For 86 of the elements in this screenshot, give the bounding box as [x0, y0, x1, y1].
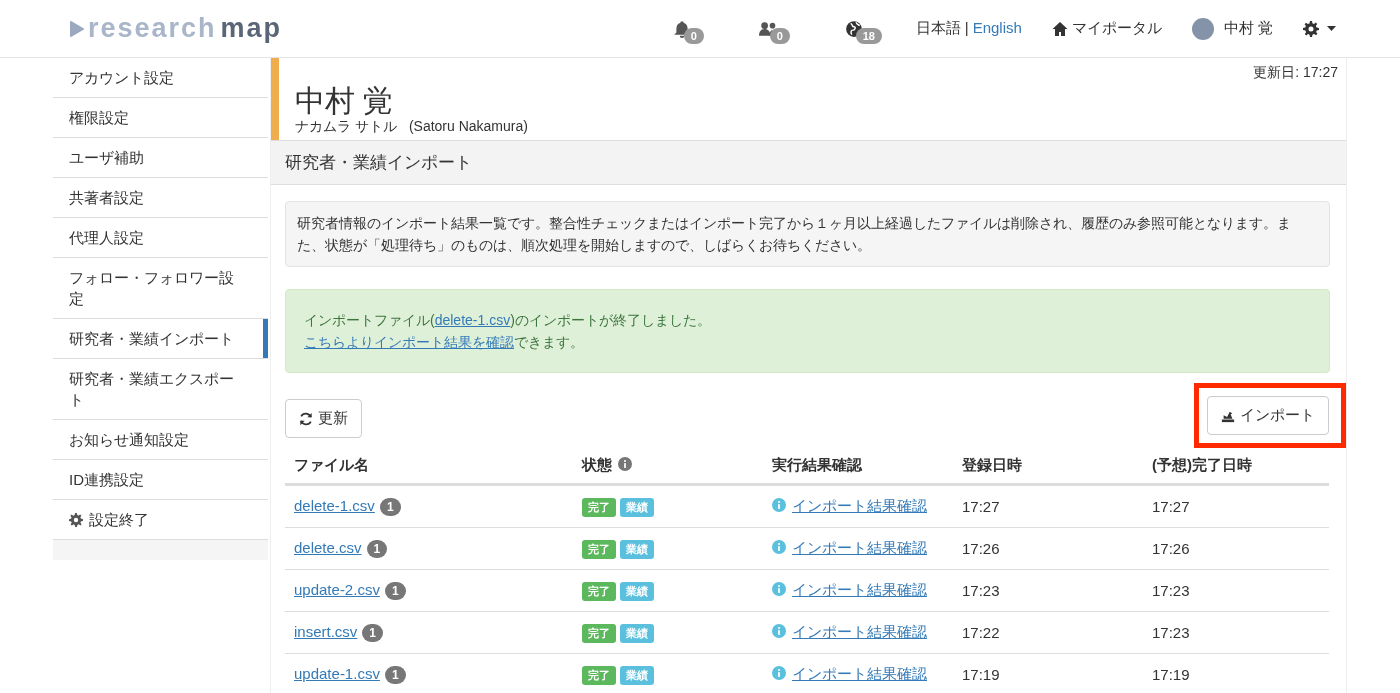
sidebar-item[interactable]: お知らせ通知設定 [53, 420, 268, 460]
status-label: 業績 [620, 539, 654, 559]
status-label: 完了 [582, 623, 616, 643]
language-link[interactable]: 日本語 [915, 19, 961, 38]
file-link[interactable]: delete-1.csv [434, 312, 511, 328]
info-icon [618, 457, 632, 471]
language-separator: | [964, 19, 969, 38]
success-message: インポートファイル(delete-1.csv)のインポートが終了しました。 [304, 311, 712, 330]
count-badge: 1 [384, 666, 406, 684]
caret-icon [1327, 26, 1336, 31]
result-link[interactable]: こちらよりインポート結果を確認 [304, 334, 514, 350]
table-cell: 17:26 [953, 527, 1143, 570]
table-cell: 17:23 [1143, 611, 1329, 654]
notification-count: 18 [855, 27, 882, 44]
count-badge: 1 [379, 498, 401, 516]
result-link[interactable]: インポート結果確認 [792, 623, 927, 640]
settings-menu[interactable] [1303, 20, 1336, 37]
result-link[interactable]: インポート結果確認 [792, 497, 927, 514]
status-label: 業績 [620, 623, 654, 643]
table-cell: 17:22 [953, 611, 1143, 654]
count-badge: 1 [384, 582, 406, 600]
profile-kana: ナカムラ サトル [295, 118, 397, 136]
sidebar-item[interactable]: アカウント設定 [53, 58, 268, 98]
sidebar-item[interactable]: 権限設定 [53, 98, 268, 138]
result-link[interactable]: インポート結果確認 [792, 581, 927, 598]
column-header: (予想)完了日時 [1143, 448, 1329, 485]
status-label: 完了 [582, 665, 616, 685]
file-link[interactable]: insert.csv [294, 623, 358, 640]
column-header: 実行結果確認 [763, 448, 953, 485]
info-icon [772, 540, 786, 554]
table-cell: 17:23 [953, 569, 1143, 612]
table-cell: 17:26 [1143, 527, 1329, 570]
sidebar-item[interactable]: 研究者・業績エクスポート [53, 359, 268, 420]
info-icon [772, 624, 786, 638]
sidebar-item[interactable]: 設定終了 [53, 500, 268, 540]
refresh-button[interactable]: 更新 [285, 399, 362, 438]
sidebar-item[interactable]: ユーザ補助 [53, 138, 268, 178]
file-link[interactable]: update-2.csv [294, 581, 380, 598]
result-link[interactable]: インポート結果確認 [792, 539, 927, 556]
file-link[interactable]: update-1.csv [294, 665, 380, 682]
info-icon [772, 582, 786, 596]
section-title: 研究者・業績インポート [271, 140, 1346, 185]
sidebar-item[interactable]: 代理人設定 [53, 218, 268, 258]
table-cell: 17:19 [953, 653, 1143, 693]
status-label: 完了 [582, 539, 616, 559]
sidebar-item[interactable]: フォロー・フォロワー設定 [53, 258, 268, 319]
notification-count: 0 [769, 27, 790, 44]
profile-romanized-name: (Satoru Nakamura) [408, 118, 528, 136]
updated-date: 更新日: 17:27 [1253, 64, 1338, 82]
info-icon [772, 498, 786, 512]
sidebar-item[interactable]: 研究者・業績インポート [53, 319, 268, 359]
language-link[interactable]: English [972, 19, 1022, 38]
column-header: ファイル名 [285, 448, 573, 485]
user-menu[interactable]: 中村 覚 [1191, 17, 1273, 40]
status-label: 完了 [582, 497, 616, 517]
sidebar-item[interactable]: ID連携設定 [53, 460, 268, 500]
profile-name: 中村 覚 [295, 84, 395, 118]
table-cell: 17:27 [953, 484, 1143, 528]
table-cell: 17:23 [1143, 569, 1329, 612]
status-label: 完了 [582, 581, 616, 601]
notification-count: 0 [683, 27, 704, 44]
success-message: こちらよりインポート結果を確認できます。 [304, 333, 585, 352]
refresh-icon [299, 411, 313, 426]
status-label: 業績 [620, 665, 654, 685]
count-badge: 1 [362, 624, 384, 642]
table-cell: 17:19 [1143, 653, 1329, 693]
status-label: 業績 [620, 497, 654, 517]
file-link[interactable]: delete.csv [294, 539, 362, 556]
portal-link[interactable]: マイポータル [1051, 19, 1162, 38]
result-link[interactable]: インポート結果確認 [792, 665, 927, 682]
home-icon [1051, 20, 1068, 37]
logo[interactable]: research map [70, 13, 283, 44]
sidebar-item[interactable]: 共著者設定 [53, 178, 268, 218]
settings-icon [69, 512, 83, 527]
status-label: 業績 [620, 581, 654, 601]
avatar-icon [1191, 17, 1214, 40]
play-icon [70, 20, 84, 37]
import-button[interactable]: インポート [1207, 396, 1329, 435]
info-icon [772, 666, 786, 680]
count-badge: 1 [366, 540, 388, 558]
column-header: 状態 [582, 456, 612, 473]
column-header: 登録日時 [953, 448, 1143, 485]
info-message: 研究者情報のインポート結果一覧です。整合性チェックまたはインポート完了から１ヶ月以上経過したファイルは削除され、履歴のみ参照可能となります。また、状態が「処理待ち」のものは、順次処理を開始しますので、しばらくお待ちください。 [285, 201, 1330, 267]
table-cell: 17:27 [1143, 484, 1329, 528]
file-link[interactable]: delete-1.csv [294, 497, 375, 514]
settings-icon [1303, 20, 1319, 37]
